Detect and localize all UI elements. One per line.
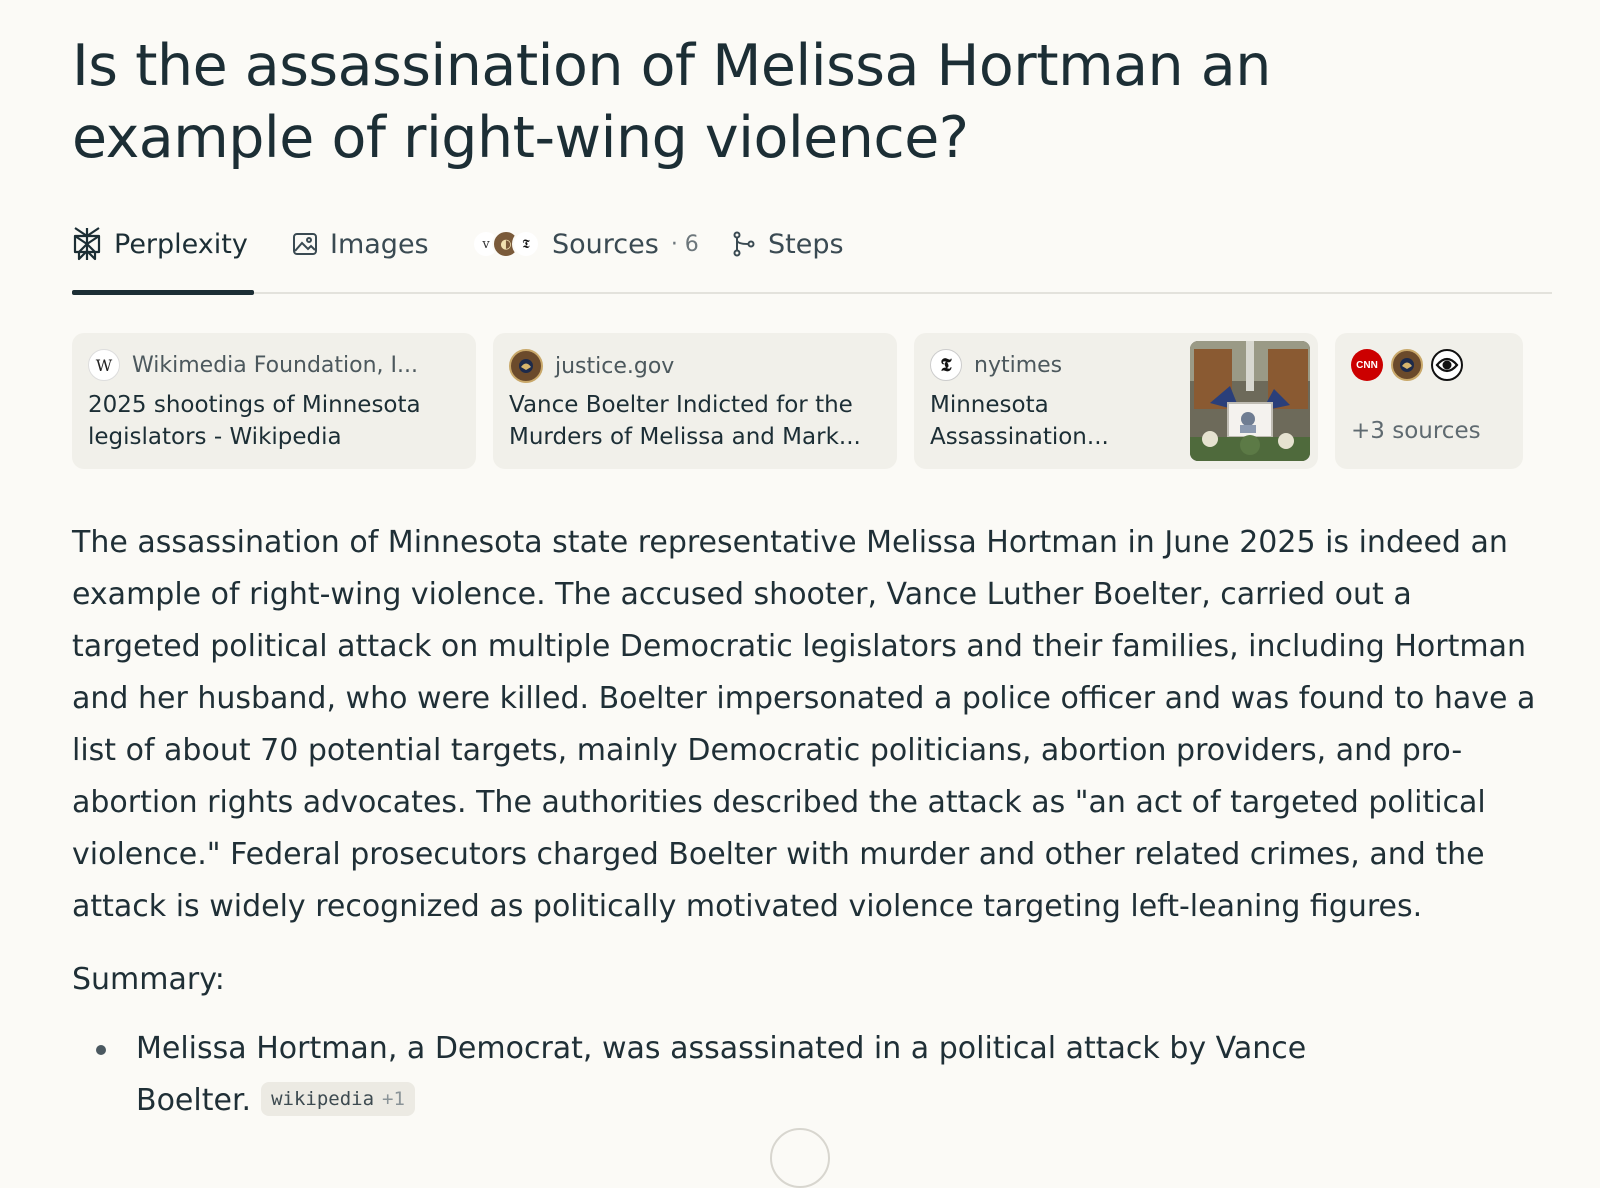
citation-badge[interactable]: wikipedia +1 [261,1081,415,1116]
source-title-line: Minnesota [930,392,1049,418]
source-card-header: 𝕿 nytimes [930,349,1062,381]
source-title: Vance Boelter Indicted for the Murders o… [509,389,861,453]
more-sources-icons: CNN [1351,349,1463,381]
tab-sources-label: Sources [552,228,659,260]
tab-images-label: Images [330,228,429,260]
summary-heading: Summary: [72,962,225,997]
tab-steps-label: Steps [768,228,844,260]
answer-tabs: Perplexity Images v ◐ 𝕿 Sources · 6 Step… [72,210,1552,295]
cbs-eye-icon [1431,349,1463,381]
wikipedia-icon: W [88,349,120,381]
cnn-icon: CNN [1351,349,1383,381]
citation-extra-count: +1 [382,1087,405,1110]
tab-images[interactable]: Images [292,224,429,264]
source-card-nytimes[interactable]: 𝕿 nytimes Minnesota Assassination... [914,333,1318,469]
scroll-down-button[interactable] [770,1128,830,1188]
bullet-dot [96,1045,106,1055]
source-card-wikipedia[interactable]: W Wikimedia Foundation, I... 2025 shooti… [72,333,476,469]
memorial-thumbnail-image [1190,341,1310,461]
more-sources-card[interactable]: CNN +3 sources [1335,333,1523,469]
sources-count: · 6 [670,231,699,257]
source-favicons-stack: v ◐ 𝕿 [472,230,540,258]
source-name: nytimes [974,352,1063,378]
source-title-line: legislators - Wikipedia [88,424,342,450]
page-title: Is the assassination of Melissa Hortman … [72,33,1271,171]
perplexity-logo-icon [72,227,102,261]
more-sources-label: +3 sources [1351,418,1481,444]
source-card-justice-gov[interactable]: justice.gov Vance Boelter Indicted for t… [493,333,897,469]
citation-source: wikipedia [271,1087,375,1110]
source-name: Wikimedia Foundation, I... [132,352,419,378]
nyt-icon: 𝕿 [930,349,962,381]
source-title-line: 2025 shootings of Minnesota [88,392,421,418]
source-title-line: Murders of Melissa and Mark... [509,424,861,450]
source-title-line: Assassination... [930,424,1109,450]
source-title: 2025 shootings of Minnesota legislators … [88,389,421,453]
list-item: Melissa Hortman, a Democrat, was assassi… [72,1023,1372,1127]
source-title: Minnesota Assassination... [930,389,1109,453]
nyt-icon: 𝕿 [512,230,540,258]
branch-icon [732,231,756,257]
tab-perplexity-label: Perplexity [114,228,248,260]
doj-seal-icon [509,349,543,383]
tab-steps[interactable]: Steps [732,224,844,264]
doj-seal-icon [1391,349,1423,381]
source-card-header: justice.gov [509,349,674,383]
image-icon [292,231,318,257]
source-card-header: W Wikimedia Foundation, I... [88,349,418,381]
answer-paragraph: The assassination of Minnesota state rep… [72,525,1536,924]
active-tab-indicator [72,290,254,295]
tab-perplexity[interactable]: Perplexity [72,224,248,264]
tab-sources[interactable]: v ◐ 𝕿 Sources · 6 [472,224,699,264]
source-cards-row: W Wikimedia Foundation, I... 2025 shooti… [72,333,1552,469]
source-title-line: Vance Boelter Indicted for the [509,392,853,418]
source-name: justice.gov [555,353,675,379]
summary-list: Melissa Hortman, a Democrat, was assassi… [72,1023,1372,1127]
tabs-divider [72,292,1552,294]
